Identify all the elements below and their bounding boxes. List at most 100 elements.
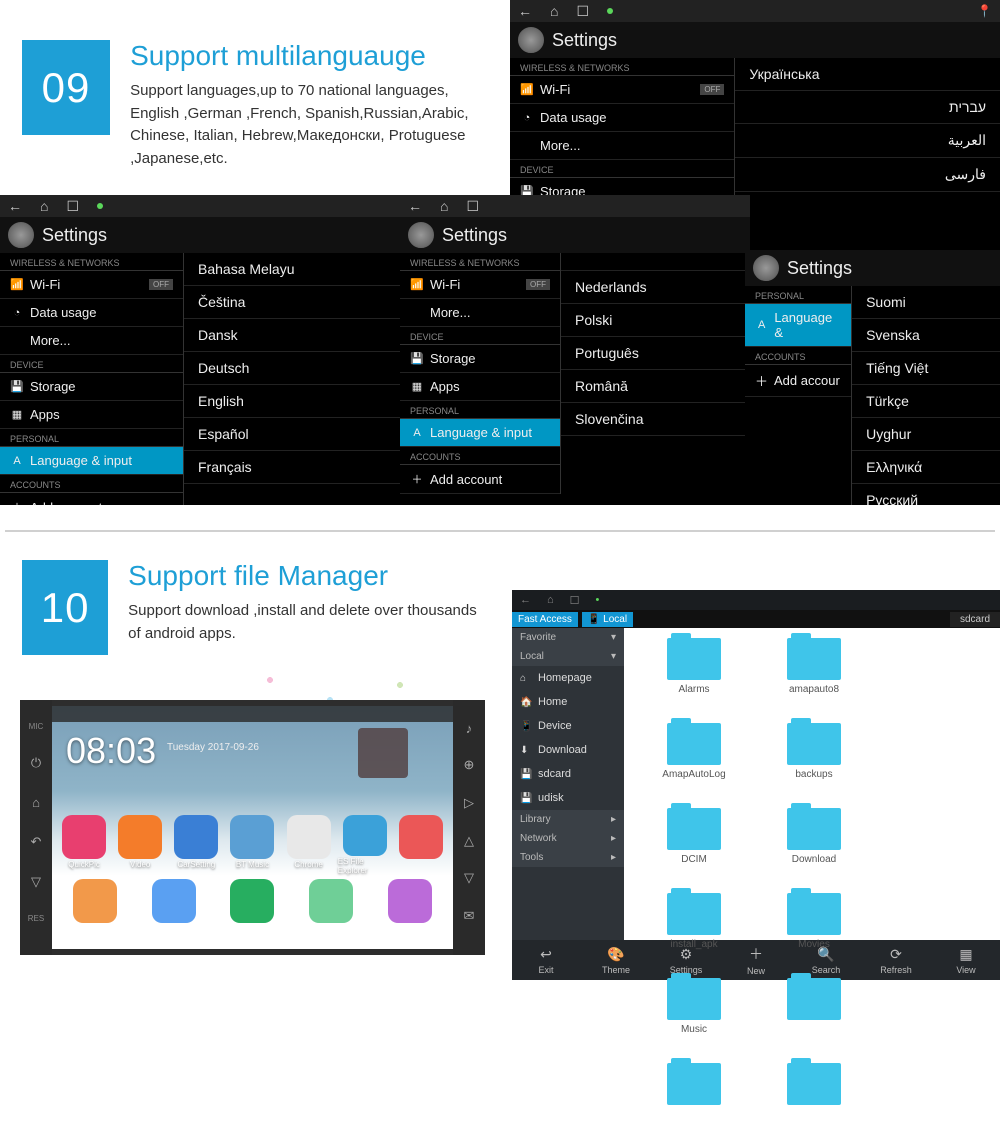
app-icon[interactable]: BT Music — [225, 815, 279, 875]
sidebar-item-language[interactable]: ALanguage & input — [0, 447, 183, 475]
vol-up-button[interactable]: △ — [464, 833, 474, 849]
fm-side-network[interactable]: Network▸ — [512, 829, 624, 848]
fm-side-item[interactable]: 🏠Home — [512, 690, 624, 714]
folder[interactable]: Music — [634, 978, 754, 1063]
home-icon[interactable]: ⌂ — [550, 3, 558, 19]
fm-side-tools[interactable]: Tools▸ — [512, 848, 624, 867]
lang-option[interactable]: Nederlands — [561, 271, 750, 304]
lang-option[interactable]: Uyghur — [852, 418, 1000, 451]
folder[interactable]: DCIM — [634, 808, 754, 893]
lang-option[interactable]: Tiếng Việt — [852, 352, 1000, 385]
fm-side-item[interactable]: ⬇Download — [512, 738, 624, 762]
lang-option[interactable]: English — [184, 385, 400, 418]
back-icon[interactable]: ← — [520, 594, 531, 606]
fast-access-button[interactable]: Fast Access — [512, 612, 578, 627]
recent-icon[interactable]: ☐ — [466, 198, 479, 215]
sidebar-item-data[interactable]: ◔Data usage — [0, 299, 183, 327]
fm-tool-theme[interactable]: 🎨Theme — [586, 940, 646, 980]
app-icon[interactable] — [147, 879, 201, 939]
lang-option[interactable]: فارسی — [735, 158, 1000, 192]
app-icon[interactable]: Video — [113, 815, 167, 875]
lang-option[interactable]: Čeština — [184, 286, 400, 319]
fm-side-library[interactable]: Library▸ — [512, 810, 624, 829]
lang-option[interactable]: Français — [184, 451, 400, 484]
add-button[interactable]: ⊕ — [464, 757, 475, 773]
wifi-toggle[interactable]: OFF — [149, 279, 173, 290]
lang-option[interactable]: Slovenčina — [561, 403, 750, 436]
lang-option[interactable]: العربية — [735, 124, 1000, 158]
wifi-toggle[interactable]: OFF — [700, 84, 724, 95]
lang-option[interactable]: Українська — [735, 58, 1000, 91]
app-icon[interactable]: ES File Explorer — [338, 815, 392, 875]
wifi-toggle[interactable]: OFF — [526, 279, 550, 290]
fm-tool-new[interactable]: ＋New — [726, 940, 786, 980]
play-button[interactable]: ▷ — [464, 795, 474, 811]
folder[interactable]: amapauto8 — [754, 638, 874, 723]
sidebar-item-language[interactable]: ALanguage & input — [400, 419, 560, 447]
lang-option[interactable]: Español — [184, 418, 400, 451]
sidebar-item-wifi[interactable]: 📶Wi-FiOFF — [510, 76, 734, 104]
lang-option[interactable]: Română — [561, 370, 750, 403]
lang-option[interactable]: Polski — [561, 304, 750, 337]
vol-down-button[interactable]: ▽ — [464, 870, 474, 886]
app-icon[interactable] — [225, 879, 279, 939]
lang-option[interactable]: עברית — [735, 91, 1000, 124]
app-icon[interactable] — [394, 815, 448, 875]
recent-icon[interactable]: ☐ — [570, 594, 580, 607]
vol-down-button[interactable]: ▽ — [31, 874, 41, 890]
folder[interactable] — [754, 978, 874, 1063]
sidebar-item-apps[interactable]: ▦Apps — [0, 401, 183, 429]
music-widget[interactable] — [358, 728, 408, 778]
fm-side-favorite[interactable]: Favorite▾ — [512, 628, 624, 647]
app-icon[interactable] — [68, 879, 122, 939]
fm-side-item[interactable]: ⌂Homepage — [512, 666, 624, 690]
mail-button[interactable]: ✉ — [464, 908, 475, 924]
lang-option[interactable]: Русский — [852, 484, 1000, 505]
music-button[interactable]: ♪ — [466, 721, 473, 736]
sidebar-item-more[interactable]: More... — [400, 299, 560, 327]
folder[interactable] — [634, 1063, 754, 1148]
sidebar-item-language[interactable]: ALanguage & — [745, 304, 851, 347]
sidebar-item-wifi[interactable]: 📶Wi-FiOFF — [400, 271, 560, 299]
folder[interactable]: backups — [754, 723, 874, 808]
sidebar-item-storage[interactable]: 💾Storage — [0, 373, 183, 401]
lang-option[interactable]: Svenska — [852, 319, 1000, 352]
home-icon[interactable]: ⌂ — [547, 594, 554, 606]
recent-icon[interactable]: ☐ — [66, 198, 79, 215]
lang-option[interactable]: Português — [561, 337, 750, 370]
folder[interactable] — [754, 1063, 874, 1148]
app-icon[interactable] — [304, 879, 358, 939]
folder[interactable]: AmapAutoLog — [634, 723, 754, 808]
back-icon[interactable]: ← — [8, 198, 22, 214]
lang-option[interactable]: Dansk — [184, 319, 400, 352]
fm-side-local[interactable]: Local▾ — [512, 647, 624, 666]
sidebar-item-storage[interactable]: 💾Storage — [400, 345, 560, 373]
fm-tool-refresh[interactable]: ⟳Refresh — [866, 940, 926, 980]
home-icon[interactable]: ⌂ — [440, 198, 448, 214]
sidebar-item-more[interactable]: More... — [510, 132, 734, 160]
recent-icon[interactable]: ☐ — [576, 3, 589, 20]
fm-tool-exit[interactable]: ↩Exit — [516, 940, 576, 980]
breadcrumb-local[interactable]: 📱 Local — [582, 612, 633, 627]
fm-tool-view[interactable]: ▦View — [936, 940, 996, 980]
folder[interactable]: Alarms — [634, 638, 754, 723]
fm-side-item[interactable]: 📱Device — [512, 714, 624, 738]
lang-option[interactable]: Bahasa Melayu — [184, 253, 400, 286]
sidebar-item-data[interactable]: ◔Data usage — [510, 104, 734, 132]
app-icon[interactable]: CarSetting — [169, 815, 223, 875]
back-icon[interactable]: ← — [408, 198, 422, 214]
lang-option[interactable]: Suomi — [852, 286, 1000, 319]
back-button[interactable]: ↶ — [31, 834, 42, 850]
breadcrumb-current[interactable]: sdcard — [950, 612, 1000, 627]
fm-side-item[interactable]: 💾sdcard — [512, 762, 624, 786]
lang-option[interactable]: Türkçe — [852, 385, 1000, 418]
fm-side-item[interactable]: 💾udisk — [512, 786, 624, 810]
sidebar-item-more[interactable]: More... — [0, 327, 183, 355]
home-button[interactable]: ⌂ — [32, 795, 40, 810]
back-icon[interactable]: ← — [518, 3, 532, 19]
sidebar-item-apps[interactable]: ▦Apps — [400, 373, 560, 401]
sidebar-item-add-account[interactable]: ＋Add account — [0, 493, 183, 505]
sidebar-item-wifi[interactable]: 📶Wi-FiOFF — [0, 271, 183, 299]
power-button[interactable]: ⏻ — [31, 755, 41, 771]
lang-option[interactable]: Ελληνικά — [852, 451, 1000, 484]
